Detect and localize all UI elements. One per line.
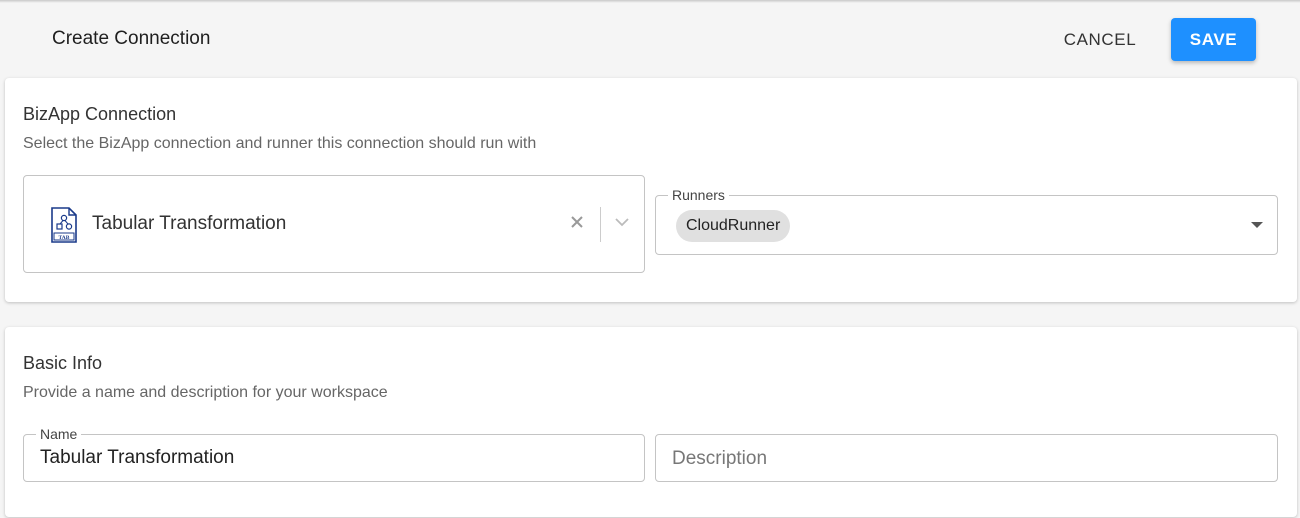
- page-title: Create Connection: [52, 28, 211, 49]
- save-button[interactable]: SAVE: [1171, 18, 1256, 61]
- bizapp-connection-card: BizApp Connection Select the BizApp conn…: [5, 78, 1297, 302]
- name-field[interactable]: Name: [23, 425, 645, 482]
- runner-chip[interactable]: CloudRunner: [676, 210, 791, 242]
- bizapp-connection-value: Tabular Transformation: [92, 213, 287, 234]
- tab-file-icon: TAB: [51, 207, 77, 243]
- basic-info-card: Basic Info Provide a name and descriptio…: [5, 327, 1297, 517]
- bizapp-connection-select[interactable]: TAB Tabular Transformation: [23, 175, 645, 273]
- dropdown-arrow-icon[interactable]: [1251, 222, 1263, 228]
- cancel-button[interactable]: CANCEL: [1050, 22, 1150, 58]
- description-input[interactable]: [672, 448, 1262, 470]
- runners-label: Runners: [668, 186, 729, 204]
- bizapp-section-subtitle: Select the BizApp connection and runner …: [23, 135, 537, 152]
- select-separator: [600, 207, 601, 242]
- basic-info-subtitle: Provide a name and description for your …: [23, 384, 388, 401]
- description-field[interactable]: [655, 434, 1278, 482]
- name-input[interactable]: [40, 447, 620, 469]
- clear-icon[interactable]: [570, 215, 584, 229]
- chevron-down-icon[interactable]: [614, 216, 630, 228]
- name-label: Name: [36, 425, 82, 443]
- runners-select[interactable]: Runners CloudRunner: [655, 186, 1278, 255]
- page-header: Create Connection CANCEL SAVE: [0, 0, 1300, 78]
- bizapp-section-title: BizApp Connection: [23, 104, 177, 124]
- basic-info-title: Basic Info: [23, 353, 103, 373]
- tab-icon-text: TAB: [59, 235, 70, 241]
